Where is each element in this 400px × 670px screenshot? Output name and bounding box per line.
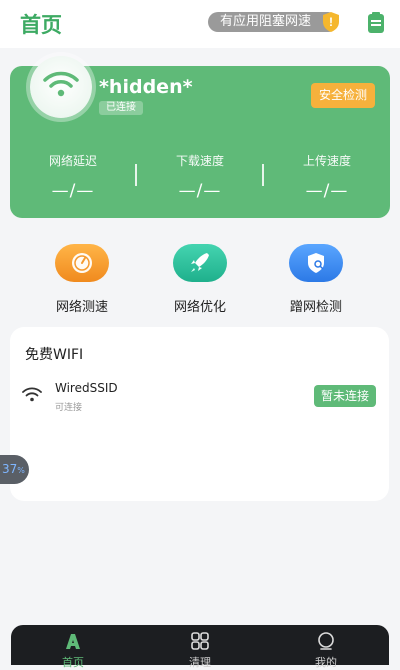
connected-badge: 已连接 [99,101,143,115]
rocket-icon [173,244,227,282]
wifi-icon [43,71,79,97]
tab-home[interactable]: 首页 [33,631,113,670]
shield-search-icon [289,244,343,282]
speed-test-tool[interactable]: 网络测速 [37,244,127,315]
free-wifi-title: 免费WIFI [25,347,84,363]
wifi-ssid: WiredSSID [55,381,118,395]
home-icon [66,634,80,649]
tab-profile-label: 我的 [315,656,337,669]
latency-value: —/— [51,181,95,201]
connection-card: *hidden* 已连接 安全检测 网络延迟 —/— 下载速度 —/— 上传速度… [10,56,390,218]
download-value: —/— [178,181,222,201]
warning-shield-icon[interactable]: ! [322,11,340,33]
speedometer-icon [55,244,109,282]
bottom-tabbar: 首页 清理 我的 [11,625,389,669]
network-optimize-tool[interactable]: 网络优化 [155,244,245,315]
tab-clean[interactable]: 清理 [160,631,240,670]
tab-clean-label: 清理 [189,656,211,669]
latency-stat: 网络延迟 —/— [10,152,136,201]
security-check-button[interactable]: 安全检测 [311,83,375,108]
wifi-status-avatar [30,56,92,118]
profile-icon [318,632,334,650]
tab-home-label: 首页 [62,656,84,669]
upload-label: 上传速度 [302,154,351,168]
speed-test-label: 网络测速 [55,300,108,315]
upload-value: —/— [305,181,349,201]
upload-stat: 上传速度 —/— [264,152,390,201]
grid-icon [191,632,209,650]
connect-button[interactable]: 暂未连接 [314,385,376,407]
blocking-warning-pill[interactable]: 有应用阻塞网速 [208,12,338,32]
network-optimize-label: 网络优化 [173,300,226,315]
connected-ssid: *hidden* [99,76,193,98]
page-title: 首页 [20,13,62,37]
tab-profile[interactable]: 我的 [286,631,366,670]
svg-text:!: ! [329,15,333,29]
memory-percent: 37 [2,462,18,476]
leech-detect-label: 蹭网检测 [289,300,342,315]
download-stat: 下载速度 —/— [137,152,263,201]
leech-detect-tool[interactable]: 蹭网检测 [271,244,361,315]
wifi-availability: 可连接 [55,403,83,413]
notes-icon[interactable] [367,12,385,34]
memory-unit: % [17,466,25,475]
wifi-list-item[interactable]: WiredSSID 可连接 暂未连接 [10,379,389,415]
wifi-icon [22,387,42,402]
free-wifi-panel: 免费WIFI WiredSSID 可连接 暂未连接 [10,327,389,501]
download-label: 下载速度 [175,154,224,168]
top-header: 首页 有应用阻塞网速 ! [0,0,400,48]
latency-label: 网络延迟 [48,154,97,168]
floating-memory-ball[interactable]: 37% [0,455,29,484]
